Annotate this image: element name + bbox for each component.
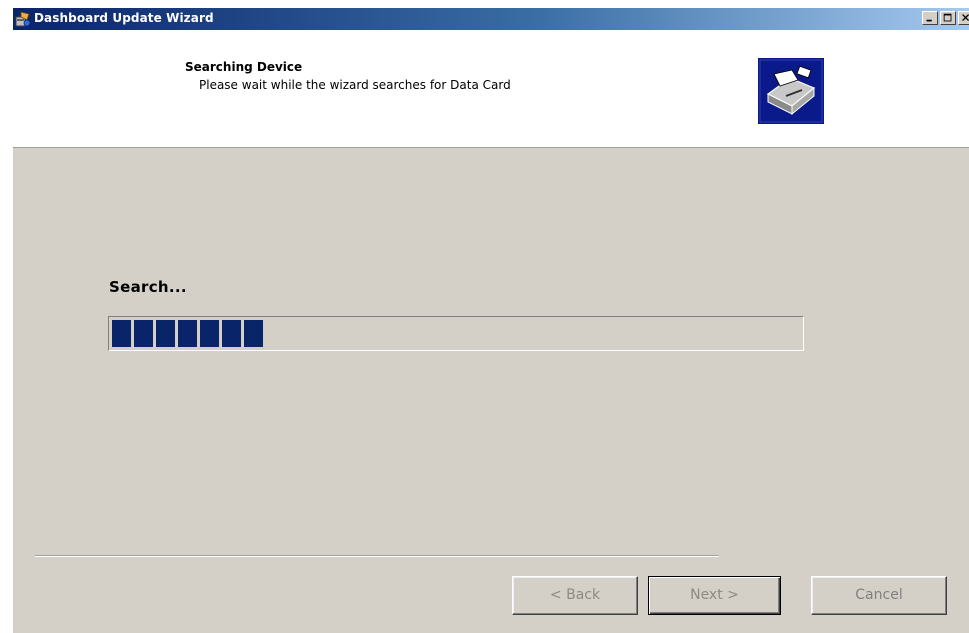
search-progress-bar xyxy=(108,316,804,351)
wizard-header: Searching Device Please wait while the w… xyxy=(13,30,969,148)
window-controls xyxy=(922,11,969,25)
title-bar[interactable]: Dashboard Update Wizard xyxy=(13,8,969,30)
window-title: Dashboard Update Wizard xyxy=(34,11,214,25)
minimize-icon xyxy=(926,19,932,22)
minimize-button[interactable] xyxy=(922,11,938,25)
progress-fill xyxy=(112,320,263,347)
installer-app-icon xyxy=(15,11,31,27)
maximize-button[interactable] xyxy=(940,11,956,25)
progress-block xyxy=(222,320,241,347)
next-button[interactable]: Next > xyxy=(648,576,781,615)
progress-block xyxy=(156,320,175,347)
search-status-label: Search... xyxy=(109,278,187,296)
maximize-icon xyxy=(943,13,952,22)
cancel-button[interactable]: Cancel xyxy=(811,576,947,615)
progress-block xyxy=(112,320,131,347)
progress-block xyxy=(178,320,197,347)
back-button-label: < Back xyxy=(549,587,601,603)
footer-divider xyxy=(35,555,719,557)
cancel-button-label: Cancel xyxy=(855,587,903,603)
close-icon xyxy=(962,14,969,22)
install-device-icon xyxy=(758,58,824,124)
progress-block xyxy=(200,320,219,347)
wizard-window: Dashboard Update Wizard Searching Device… xyxy=(12,8,969,633)
next-button-label: Next > xyxy=(690,587,739,603)
back-button[interactable]: < Back xyxy=(512,576,638,615)
close-button[interactable] xyxy=(958,11,969,25)
page-title: Searching Device xyxy=(185,60,303,74)
progress-block xyxy=(244,320,263,347)
progress-block xyxy=(134,320,153,347)
page-subtitle: Please wait while the wizard searches fo… xyxy=(199,78,511,92)
